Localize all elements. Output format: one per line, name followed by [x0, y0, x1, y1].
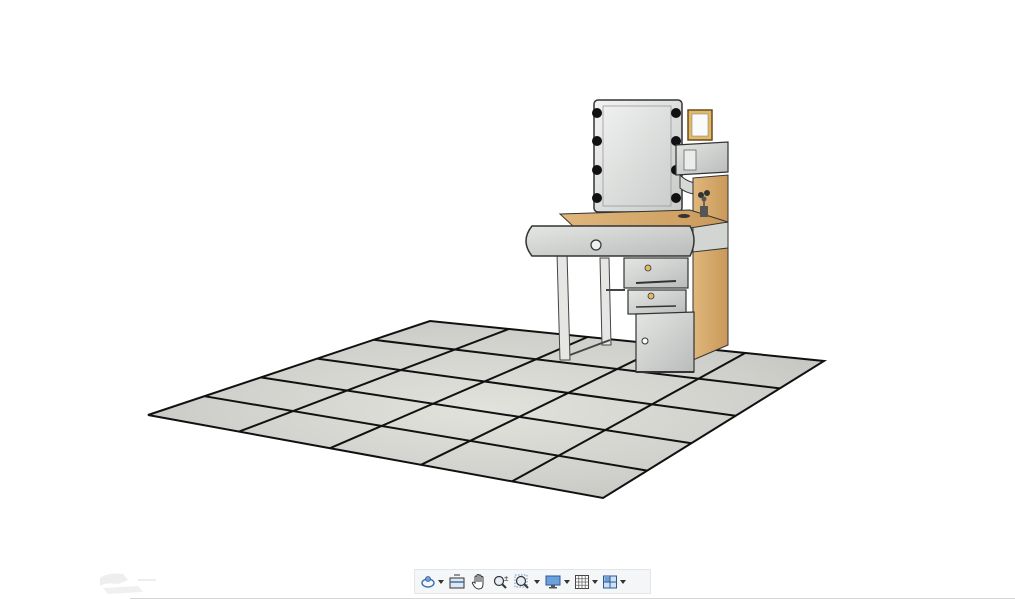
svg-text:±: ± [504, 574, 509, 583]
zoom-window-dropdown-caret[interactable] [534, 579, 540, 584]
display-mode-dropdown-caret[interactable] [564, 579, 570, 584]
scene-canvas[interactable] [0, 0, 1015, 613]
orbit-tool-button[interactable] [418, 571, 446, 592]
zoom-button[interactable]: ± [490, 571, 512, 592]
display-mode-icon [545, 575, 561, 588]
3d-viewport[interactable]: ± [0, 0, 1015, 613]
grid-dropdown-caret[interactable] [592, 579, 598, 584]
orbit-dropdown-caret[interactable] [438, 579, 444, 584]
orbit-tool-icon [421, 575, 435, 588]
section-view-button[interactable] [446, 571, 468, 592]
vanity-table-model[interactable] [525, 99, 729, 373]
views-layout-dropdown-caret[interactable] [620, 579, 626, 584]
grid-button[interactable] [572, 571, 600, 592]
status-divider [130, 598, 1015, 599]
display-mode-button[interactable] [542, 571, 572, 592]
navigation-toolbar: ± [414, 569, 651, 594]
pan-button[interactable] [468, 571, 490, 592]
views-layout-button[interactable] [600, 571, 628, 592]
grid-icon [575, 574, 589, 589]
pan-hand-icon [471, 573, 484, 590]
section-view-icon [449, 574, 465, 588]
views-layout-icon [603, 575, 617, 588]
viewcube-remnant-icon [100, 573, 156, 594]
zoom-window-icon [514, 574, 529, 589]
zoom-in-out-icon: ± [493, 574, 509, 589]
zoom-window-button[interactable] [512, 571, 542, 592]
